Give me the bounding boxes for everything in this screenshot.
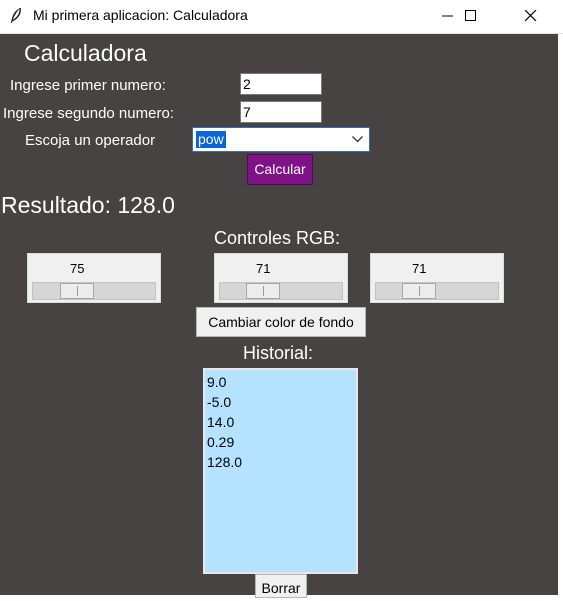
blue-slider-handle[interactable] <box>402 283 436 299</box>
red-slider-handle[interactable] <box>60 283 94 299</box>
window-titlebar: Mi primera aplicacion: Calculadora <box>0 0 563 34</box>
blue-slider[interactable]: 71 <box>370 253 504 303</box>
blue-slider-trough[interactable] <box>375 282 499 300</box>
feather-icon <box>11 7 21 23</box>
blue-slider-value: 71 <box>412 261 427 276</box>
close-button[interactable] <box>508 0 554 33</box>
first-number-label: Ingrese primer numero: <box>10 77 166 94</box>
second-number-label: Ingrese segundo numero: <box>3 105 174 122</box>
green-slider-trough[interactable] <box>219 282 343 300</box>
list-item[interactable]: 9.0 <box>207 372 226 392</box>
history-list[interactable]: 9.0 -5.0 14.0 0.29 128.0 <box>203 368 358 574</box>
chevron-down-icon <box>352 136 363 143</box>
operator-label: Escoja un operador <box>25 132 156 149</box>
result-text: Resultado: 128.0 <box>1 192 175 218</box>
app-window: Calculadora Ingrese primer numero: 2 Ing… <box>0 34 558 598</box>
clear-button[interactable]: Borrar <box>255 574 307 598</box>
operator-select[interactable]: pow <box>192 127 370 152</box>
maximize-button[interactable] <box>448 0 494 33</box>
green-slider-value: 71 <box>256 261 271 276</box>
list-item[interactable]: 128.0 <box>207 452 242 472</box>
list-item[interactable]: -5.0 <box>207 392 231 412</box>
calculate-button[interactable]: Calcular <box>247 154 313 185</box>
operator-value: pow <box>196 131 226 148</box>
red-slider[interactable]: 75 <box>27 253 161 303</box>
red-slider-value: 75 <box>70 261 85 276</box>
green-slider-handle[interactable] <box>246 283 280 299</box>
first-number-input[interactable]: 2 <box>240 73 322 95</box>
list-item[interactable]: 14.0 <box>207 412 234 432</box>
green-slider[interactable]: 71 <box>214 253 348 303</box>
change-background-button[interactable]: Cambiar color de fondo <box>196 307 366 337</box>
close-icon <box>525 10 537 22</box>
app-title: Calculadora <box>24 40 147 66</box>
list-item[interactable]: 0.29 <box>207 432 234 452</box>
window-title: Mi primera aplicacion: Calculadora <box>33 7 248 23</box>
second-number-input[interactable]: 7 <box>240 101 322 123</box>
red-slider-trough[interactable] <box>32 282 156 300</box>
maximize-icon <box>465 10 476 21</box>
history-title: Historial: <box>243 343 314 363</box>
rgb-controls-title: Controles RGB: <box>214 228 341 248</box>
window-edge <box>558 34 563 595</box>
